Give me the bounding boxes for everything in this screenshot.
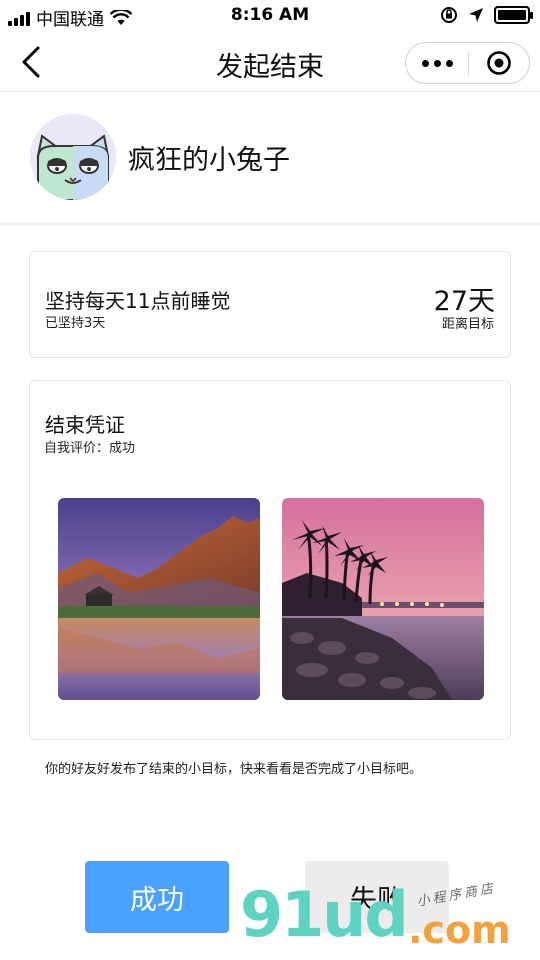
status-bar: 中国联通 8:16 AM [0, 0, 540, 32]
orientation-lock-icon [441, 7, 457, 23]
goal-card: 坚持每天11点前睡觉 已坚持3天 27天 距离目标 [29, 251, 511, 358]
more-dots-icon [421, 59, 429, 67]
mountain-lake-image [58, 498, 260, 700]
status-right [440, 6, 533, 24]
proof-photo-pier[interactable] [282, 498, 484, 700]
friend-note: 你的好友好发布了结束的小目标，快来看看是否完成了小目标吧。 [45, 762, 423, 777]
palm-pier-image [282, 498, 484, 700]
close-button[interactable] [469, 43, 529, 83]
location-arrow-icon [469, 8, 483, 22]
goal-persisted: 已坚持3天 [45, 316, 106, 331]
back-button[interactable] [14, 44, 50, 80]
chevron-left-icon [22, 46, 40, 78]
more-button[interactable] [406, 43, 468, 83]
self-evaluation: 自我评价： 成功 [44, 437, 135, 456]
more-dot [445, 59, 453, 67]
page: 中国联通 8:16 AM 发起结束 疯狂的小兔子 坚持每天11点前睡觉 已坚持3… [0, 0, 540, 960]
more-dot [433, 59, 441, 67]
proof-title: 结束凭证 [45, 413, 125, 437]
proof-photo-mountain[interactable] [58, 498, 260, 700]
profile-section: 疯狂的小兔子 [0, 92, 540, 226]
target-close-icon [487, 51, 511, 75]
battery-icon [494, 6, 533, 24]
goal-days-label: 距离目标 [441, 317, 494, 332]
username: 疯狂的小兔子 [128, 145, 290, 176]
self-evaluation-value: 成功 [109, 441, 136, 456]
nav-bar: 发起结束 [0, 32, 540, 92]
cat-avatar-icon [30, 114, 116, 200]
mini-program-capsule [405, 42, 530, 84]
fail-button[interactable]: 失败 [305, 861, 449, 933]
goal-title: 坚持每天11点前睡觉 [45, 289, 231, 313]
success-button[interactable]: 成功 [85, 861, 229, 933]
self-evaluation-label: 自我评价： [44, 441, 110, 456]
proof-card: 结束凭证 自我评价： 成功 [29, 380, 511, 740]
avatar[interactable] [30, 114, 116, 200]
